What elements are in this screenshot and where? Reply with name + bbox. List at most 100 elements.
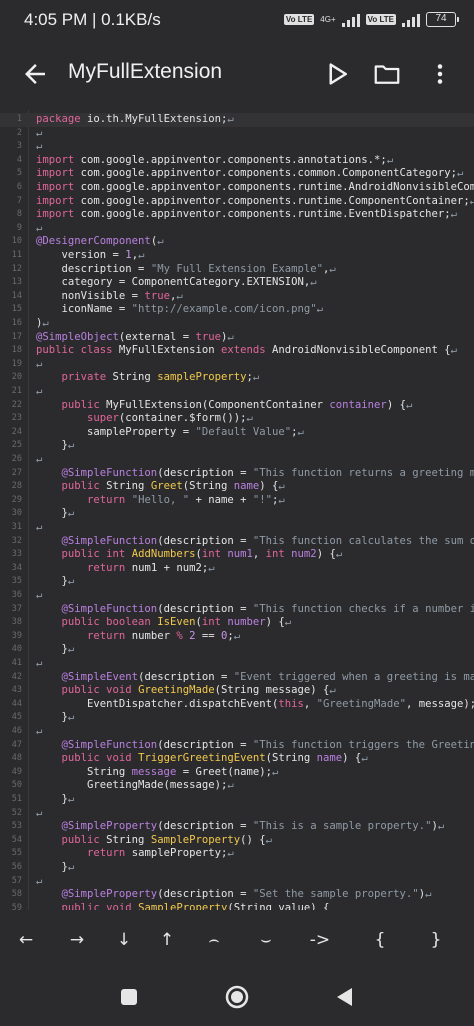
code-line[interactable]: 1 package io.th.MyFullExtension;↵ (0, 113, 474, 127)
code-line[interactable]: 41 ↵ (0, 657, 474, 671)
code-line[interactable]: 37 @SimpleFunction(description = "This f… (0, 603, 474, 617)
code-line[interactable]: 59 public void SampleProperty(String val… (0, 902, 474, 910)
key-close-brace-button[interactable]: } (416, 926, 456, 954)
code-line[interactable]: 20 private String sampleProperty;↵ (0, 371, 474, 385)
line-number: 25 (11, 440, 22, 451)
code-line[interactable]: 32 @SimpleFunction(description = "This f… (0, 535, 474, 549)
code-token: ↵ (450, 344, 457, 357)
code-line[interactable]: 57 ↵ (0, 875, 474, 889)
recents-button[interactable] (114, 982, 144, 1012)
run-button[interactable] (322, 59, 352, 89)
line-number: 55 (11, 848, 22, 859)
key-redo-button[interactable]: ⌣ (246, 926, 286, 954)
line-number: 35 (11, 576, 22, 587)
code-token: ↵ (36, 874, 43, 887)
code-line[interactable]: 14 nonVisible = true,↵ (0, 290, 474, 304)
code-line[interactable]: 51 }↵ (0, 793, 474, 807)
code-line[interactable]: 52 ↵ (0, 807, 474, 821)
code-line[interactable]: 15 iconName = "http://example.com/icon.p… (0, 303, 474, 317)
code-line[interactable]: 33 public int AddNumbers(int num1, int n… (0, 548, 474, 562)
key-undo-button[interactable]: ⌢ (194, 926, 234, 954)
code-line[interactable]: 30 }↵ (0, 507, 474, 521)
code-line[interactable]: 19 ↵ (0, 358, 474, 372)
code-line[interactable]: 17 @SimpleObject(external = true)↵ (0, 331, 474, 345)
code-line[interactable]: 28 public String Greet(String name) {↵ (0, 480, 474, 494)
code-line[interactable]: 31 ↵ (0, 521, 474, 535)
code-line[interactable]: 22 public MyFullExtension(ComponentConta… (0, 399, 474, 413)
code-line[interactable]: 42 @SimpleEvent(description = "Event tri… (0, 671, 474, 685)
code-line[interactable]: 2 ↵ (0, 127, 474, 141)
code-line[interactable]: 26 ↵ (0, 453, 474, 467)
code-line[interactable]: 47 @SimpleFunction(description = "This f… (0, 739, 474, 753)
code-line[interactable]: 16)↵ (0, 317, 474, 331)
code-line[interactable]: 10 @DesignerComponent(↵ (0, 235, 474, 249)
code-line[interactable]: 44 EventDispatcher.dispatchEvent(this, "… (0, 698, 474, 712)
line-number: 31 (11, 522, 22, 532)
key-up-button[interactable]: ↑ (147, 926, 187, 954)
code-line[interactable]: 58 @SimpleProperty(description = "Set th… (0, 888, 474, 902)
code-line[interactable]: 18 public class MyFullExtension extends A… (0, 344, 474, 358)
code-line[interactable]: 29 return "Hello, " + name + "!";↵ (0, 494, 474, 508)
code-token: ↵ (335, 548, 343, 561)
code-token: ↵ (36, 221, 43, 234)
code-line[interactable]: 55 return sampleProperty;↵ (0, 847, 474, 861)
code-line[interactable]: 53 @SimpleProperty(description = "This i… (0, 820, 474, 834)
code-token: (description = (157, 466, 253, 479)
code-line[interactable]: 40 }↵ (0, 643, 474, 657)
code-line[interactable]: 8 import com.google.appinventor.component… (0, 208, 474, 222)
key-down-button[interactable]: ↓ (104, 926, 144, 954)
back-button[interactable] (20, 59, 50, 89)
code-line[interactable]: 34 return num1 + num2;↵ (0, 562, 474, 576)
code-line[interactable]: 45 }↵ (0, 711, 474, 725)
code-token: (String (265, 752, 317, 765)
code-text: ↵ (36, 222, 42, 236)
code-line[interactable]: 49 String message = Greet(name);↵ (0, 766, 474, 780)
code-token: IsEven (157, 616, 196, 629)
code-token: public boolean (61, 616, 158, 629)
code-line[interactable]: 36 ↵ (0, 589, 474, 603)
code-line[interactable]: 54 public String SampleProperty() {↵ (0, 834, 474, 848)
open-folder-button[interactable] (372, 59, 402, 89)
code-line[interactable]: 27 @SimpleFunction(description = "This f… (0, 467, 474, 481)
code-line[interactable]: 24 sampleProperty = "Default Value";↵ (0, 426, 474, 440)
system-back-button[interactable] (330, 982, 360, 1012)
code-text: ↵ (36, 807, 42, 821)
code-line[interactable]: 50 GreetingMade(message);↵ (0, 779, 474, 793)
code-line[interactable]: 9 ↵ (0, 222, 474, 236)
code-line[interactable]: 39 return number % 2 == 0;↵ (0, 630, 474, 644)
key-open-brace-button[interactable]: { (360, 926, 400, 954)
code-editor[interactable]: 1 package io.th.MyFullExtension;↵ 2 ↵ 3 ↵ 4 imp… (0, 110, 474, 910)
code-line[interactable]: 38 public boolean IsEven(int number) {↵ (0, 616, 474, 630)
code-token: ↵ (316, 303, 324, 316)
code-text: }↵ (36, 861, 75, 875)
code-text: super(container.$form());↵ (36, 412, 253, 426)
key-arrow-button[interactable]: -> (300, 926, 340, 954)
code-line[interactable]: 25 }↵ (0, 439, 474, 453)
code-text: return number % 2 == 0;↵ (36, 630, 240, 644)
code-line[interactable]: 56 }↵ (0, 861, 474, 875)
code-line[interactable]: 4 import com.google.appinventor.component… (0, 154, 474, 168)
more-options-button[interactable] (425, 59, 455, 89)
code-line[interactable]: 23 super(container.$form());↵ (0, 412, 474, 426)
code-line[interactable]: 7 import com.google.appinventor.component… (0, 195, 474, 209)
home-button[interactable] (222, 982, 252, 1012)
line-number: 41 (11, 658, 22, 668)
code-line[interactable]: 13 category = ComponentCategory.EXTENSIO… (0, 276, 474, 290)
code-token: package (36, 113, 88, 125)
code-line[interactable]: 48 public void TriggerGreetingEvent(Stri… (0, 752, 474, 766)
line-number: 43 (11, 685, 22, 696)
code-line[interactable]: 43 public void GreetingMade(String messa… (0, 684, 474, 698)
code-line[interactable]: 46 ↵ (0, 725, 474, 739)
code-line[interactable]: 5 import com.google.appinventor.component… (0, 167, 474, 181)
code-line[interactable]: 12 description = "My Full Extension Exam… (0, 263, 474, 277)
code-token: ↵ (67, 575, 75, 588)
code-token: () { (240, 833, 266, 846)
code-token: AndroidNonvisibleComponent { (272, 344, 451, 357)
code-line[interactable]: 11 version = 1,↵ (0, 249, 474, 263)
code-line[interactable]: 6 import com.google.appinventor.component… (0, 181, 474, 195)
key-left-button[interactable]: ← (6, 926, 46, 954)
code-line[interactable]: 3 ↵ (0, 140, 474, 154)
key-right-button[interactable]: → (57, 926, 97, 954)
code-line[interactable]: 21 ↵ (0, 385, 474, 399)
code-line[interactable]: 35 }↵ (0, 575, 474, 589)
